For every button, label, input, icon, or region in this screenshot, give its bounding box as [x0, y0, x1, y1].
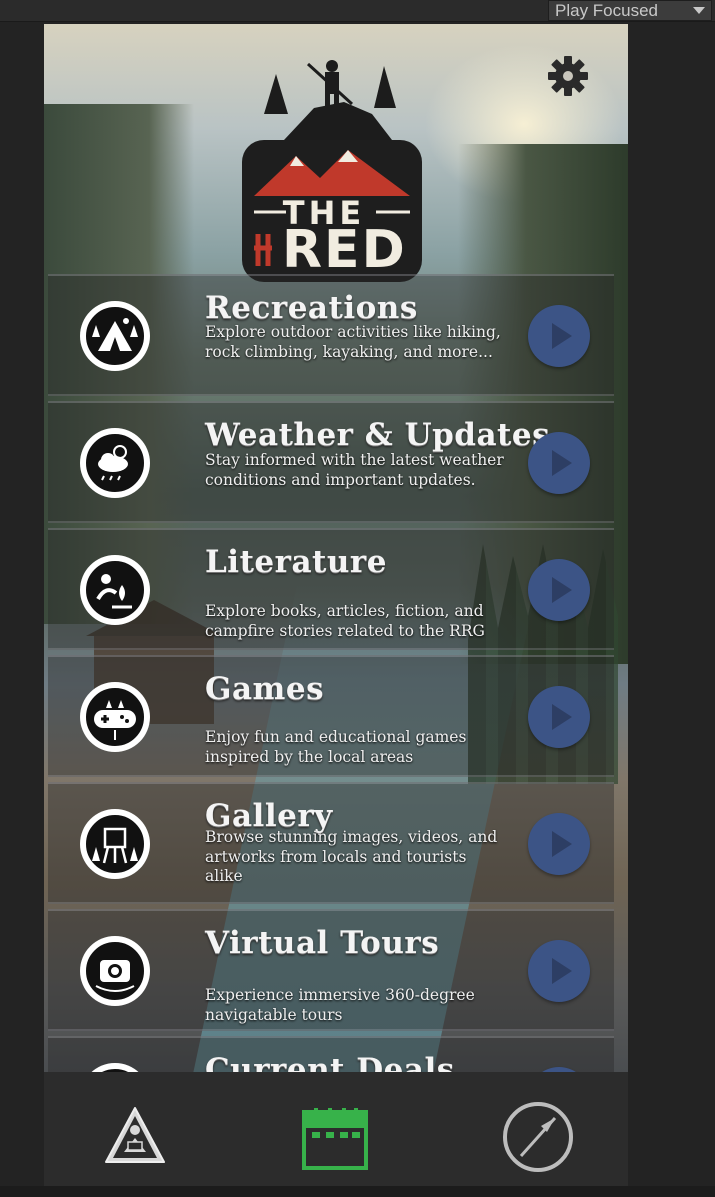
gamepad-icon	[80, 682, 150, 752]
camping-tent-icon	[80, 301, 150, 371]
play-mode-dropdown[interactable]: Play Focused	[548, 0, 712, 21]
open-gallery-button[interactable]	[528, 813, 590, 875]
app-logo: THE RED	[224, 44, 430, 286]
play-mode-label: Play Focused	[555, 1, 658, 20]
campfire-reader-icon	[80, 555, 150, 625]
phone-screen: THE RED Recreations Explore outdoor acti…	[44, 24, 628, 1186]
editor-toolbar: Play Focused	[0, 0, 715, 22]
weather-cloud-icon	[80, 428, 150, 498]
menu-description: Explore outdoor activities like hiking, …	[205, 323, 501, 361]
menu-card-weather[interactable]: Weather & Updates Stay informed with the…	[48, 401, 614, 523]
deals-icon	[80, 1063, 150, 1072]
menu-title: Virtual Tours	[205, 925, 440, 961]
gear-icon[interactable]	[546, 54, 590, 98]
logo-text-red: RED	[282, 220, 407, 280]
menu-card-current-deals[interactable]: Current Deals	[48, 1036, 614, 1072]
compass-icon[interactable]	[501, 1102, 573, 1172]
reader-sign-icon[interactable]	[100, 1102, 170, 1172]
menu-title: Recreations	[205, 290, 418, 326]
menu-title: Current Deals	[205, 1052, 455, 1072]
menu-title: Weather & Updates	[205, 417, 551, 453]
chevron-down-icon	[693, 7, 705, 14]
menu-description: Experience immersive 360-degree navigata…	[205, 986, 475, 1024]
editor-status-strip	[0, 1186, 715, 1197]
calendar-icon[interactable]	[300, 1102, 370, 1172]
menu-card-literature[interactable]: Literature Explore books, articles, fict…	[48, 528, 614, 650]
menu-card-games[interactable]: Games Enjoy fun and educational games in…	[48, 655, 614, 777]
open-virtual-tours-button[interactable]	[528, 940, 590, 1002]
menu-description: Browse stunning images, videos, and artw…	[205, 828, 498, 885]
open-recreations-button[interactable]	[528, 305, 590, 367]
easel-icon	[80, 809, 150, 879]
menu-title: Games	[205, 671, 325, 707]
camera-360-icon	[80, 936, 150, 1006]
menu-description: Enjoy fun and educational games inspired…	[205, 728, 467, 766]
menu-card-recreations[interactable]: Recreations Explore outdoor activities l…	[48, 274, 614, 396]
menu-title: Literature	[205, 544, 387, 580]
menu-description: Explore books, articles, fiction, and ca…	[205, 602, 485, 640]
menu-card-gallery[interactable]: Gallery Browse stunning images, videos, …	[48, 782, 614, 904]
bottom-navigation	[44, 1072, 628, 1186]
main-menu-list: Recreations Explore outdoor activities l…	[48, 274, 614, 1072]
menu-card-virtual-tours[interactable]: Virtual Tours Experience immersive 360-d…	[48, 909, 614, 1031]
open-games-button[interactable]	[528, 686, 590, 748]
open-weather-button[interactable]	[528, 432, 590, 494]
menu-description: Stay informed with the latest weather co…	[205, 451, 504, 489]
open-literature-button[interactable]	[528, 559, 590, 621]
